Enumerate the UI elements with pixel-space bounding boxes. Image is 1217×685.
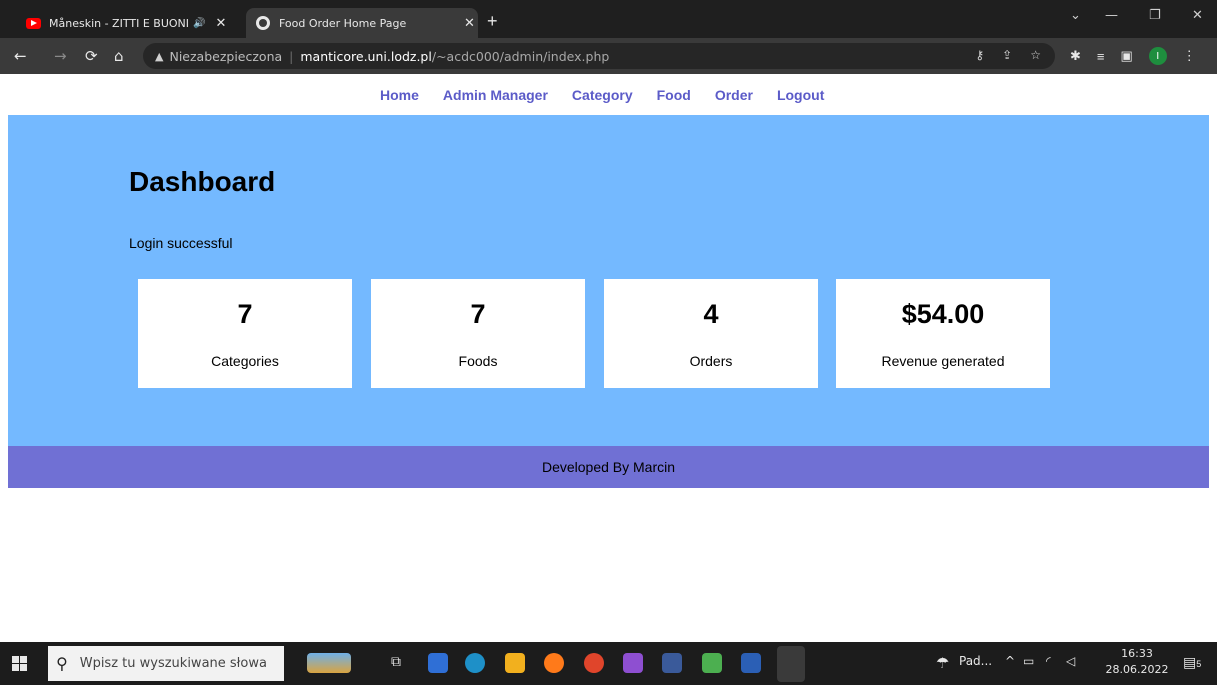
battery-icon[interactable]: ▭ bbox=[1023, 654, 1034, 668]
stat-card-orders: 4 Orders bbox=[604, 279, 818, 388]
menu-link-category[interactable]: Category bbox=[572, 87, 633, 103]
close-window-button[interactable]: ✕ bbox=[1192, 8, 1203, 23]
clock-time: 16:33 bbox=[1121, 647, 1153, 660]
stat-value: 7 bbox=[237, 299, 253, 329]
chrome-icon[interactable] bbox=[584, 653, 604, 673]
tab-search-icon[interactable]: ⌄ bbox=[1070, 8, 1081, 23]
insecure-label: Niezabezpieczona bbox=[169, 48, 283, 64]
word-icon[interactable] bbox=[741, 653, 761, 673]
menu-link-admin-manager[interactable]: Admin Manager bbox=[443, 87, 548, 103]
side-panel-icon[interactable]: ▣ bbox=[1121, 48, 1133, 64]
address-bar[interactable]: ▲ Niezabezpieczona | manticore.uni.lodz.… bbox=[143, 43, 1055, 69]
tab-title: Food Order Home Page bbox=[279, 16, 407, 30]
clock[interactable]: 16:33 28.06.2022 bbox=[1104, 646, 1170, 678]
wifi-icon[interactable]: ◜ bbox=[1046, 654, 1051, 668]
windows-start-icon[interactable] bbox=[12, 656, 27, 671]
forward-button[interactable]: → bbox=[54, 47, 67, 65]
star-icon[interactable]: ☆ bbox=[1030, 48, 1041, 62]
app-icon[interactable] bbox=[702, 653, 722, 673]
search-highlight-icon[interactable] bbox=[307, 653, 351, 673]
notification-count: 5 bbox=[1196, 659, 1202, 669]
audio-icon[interactable]: 🔊 bbox=[193, 18, 205, 29]
browser-toolbar: ← → ⟳ ⌂ ▲ Niezabezpieczona | manticore.u… bbox=[0, 38, 1217, 74]
chrome-active-icon[interactable] bbox=[777, 646, 805, 682]
main-content: Dashboard Login successful 7 Categories … bbox=[8, 115, 1209, 446]
page-footer: Developed By Marcin bbox=[8, 446, 1209, 488]
app-icon[interactable] bbox=[662, 653, 682, 673]
page-title: Dashboard bbox=[129, 166, 276, 197]
tab-youtube[interactable]: Måneskin - ZITTI E BUONI (O 🔊 ✕ bbox=[16, 8, 246, 38]
menu-link-order[interactable]: Order bbox=[715, 87, 753, 103]
url-host: manticore.uni.lodz.pl bbox=[300, 48, 432, 64]
reload-button[interactable]: ⟳ bbox=[85, 47, 98, 65]
close-tab-icon[interactable]: ✕ bbox=[464, 16, 475, 31]
stat-value: 7 bbox=[470, 299, 486, 329]
taskbar-search-input[interactable]: ⚲ Wpisz tu wyszukiwane słowa bbox=[48, 646, 284, 681]
firefox-icon[interactable] bbox=[544, 653, 564, 673]
separator: | bbox=[289, 48, 294, 64]
login-message: Login successful bbox=[129, 235, 233, 251]
close-tab-icon[interactable]: ✕ bbox=[215, 16, 226, 31]
edge-icon[interactable] bbox=[465, 653, 485, 673]
visual-studio-icon[interactable] bbox=[623, 653, 643, 673]
stat-card-foods: 7 Foods bbox=[371, 279, 585, 388]
weather-icon[interactable]: ☂ bbox=[936, 654, 949, 672]
stat-label: Categories bbox=[211, 353, 279, 369]
url-path: /~acdc000/admin/index.php bbox=[431, 48, 610, 64]
stat-card-revenue: $54.00 Revenue generated bbox=[836, 279, 1050, 388]
browser-tab-strip: Måneskin - ZITTI E BUONI (O 🔊 ✕ Food Ord… bbox=[0, 0, 1217, 38]
tab-title: Måneskin - ZITTI E BUONI (O bbox=[49, 16, 189, 30]
globe-icon bbox=[256, 16, 270, 30]
notification-icon[interactable]: ▤5 bbox=[1183, 654, 1201, 671]
menu-link-logout[interactable]: Logout bbox=[777, 87, 824, 103]
app-icon[interactable] bbox=[428, 653, 448, 673]
new-tab-button[interactable]: + bbox=[487, 11, 498, 32]
clock-date: 28.06.2022 bbox=[1105, 663, 1169, 676]
reading-list-icon[interactable]: ≡ bbox=[1097, 49, 1105, 64]
stat-label: Revenue generated bbox=[881, 353, 1005, 369]
search-icon: ⚲ bbox=[56, 654, 68, 673]
volume-icon[interactable]: ◁ bbox=[1066, 654, 1075, 668]
restore-button[interactable]: ❐ bbox=[1149, 8, 1161, 23]
stat-value: 4 bbox=[703, 299, 719, 329]
stat-label: Orders bbox=[689, 353, 733, 369]
chevron-up-icon[interactable]: ^ bbox=[1005, 654, 1015, 668]
main-menu: Home Admin Manager Category Food Order L… bbox=[380, 87, 824, 103]
web-page: Home Admin Manager Category Food Order L… bbox=[0, 74, 1217, 642]
menu-link-food[interactable]: Food bbox=[657, 87, 691, 103]
task-view-icon[interactable]: ⧉ bbox=[391, 654, 401, 670]
menu-link-home[interactable]: Home bbox=[380, 87, 419, 103]
warning-icon[interactable]: ▲ bbox=[155, 50, 163, 63]
menu-icon[interactable]: ⋮ bbox=[1183, 48, 1196, 64]
home-button[interactable]: ⌂ bbox=[114, 47, 124, 65]
stat-label: Foods bbox=[458, 353, 498, 369]
stat-value: $54.00 bbox=[901, 299, 985, 329]
key-icon[interactable]: ⚷ bbox=[975, 48, 984, 62]
stat-card-categories: 7 Categories bbox=[138, 279, 352, 388]
taskbar: ⚲ Wpisz tu wyszukiwane słowa ⧉ ☂ Pad... … bbox=[0, 642, 1217, 685]
file-explorer-icon[interactable] bbox=[505, 653, 525, 673]
minimize-button[interactable]: — bbox=[1105, 8, 1118, 23]
extensions-icon[interactable]: ✱ bbox=[1070, 48, 1081, 64]
weather-label[interactable]: Pad... bbox=[959, 654, 992, 668]
back-button[interactable]: ← bbox=[14, 47, 27, 65]
youtube-icon bbox=[26, 17, 41, 29]
profile-avatar[interactable]: I bbox=[1148, 47, 1167, 65]
search-placeholder: Wpisz tu wyszukiwane słowa bbox=[79, 656, 267, 671]
share-icon[interactable]: ⇪ bbox=[1002, 48, 1012, 62]
tab-food-order[interactable]: Food Order Home Page ✕ bbox=[246, 8, 478, 38]
